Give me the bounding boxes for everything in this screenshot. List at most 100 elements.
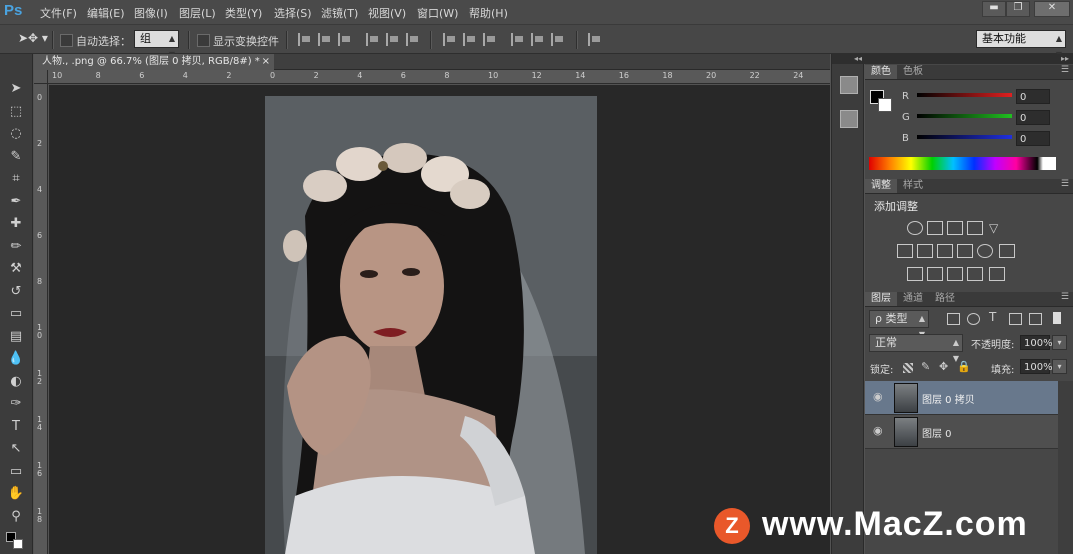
- menu-type[interactable]: 类型(Y): [225, 5, 262, 21]
- crop-icon[interactable]: ⌗: [6, 170, 26, 188]
- color-lookup-icon[interactable]: [999, 244, 1015, 258]
- hand-icon[interactable]: ✋: [6, 485, 26, 503]
- selective-color-icon[interactable]: [967, 267, 983, 281]
- b-channel-slider[interactable]: [917, 135, 1012, 139]
- photo-filter-icon[interactable]: [957, 244, 973, 258]
- tab-styles[interactable]: 样式: [897, 179, 929, 193]
- document-image[interactable]: [265, 96, 597, 554]
- distribute-left-icon[interactable]: [511, 33, 526, 46]
- menu-help[interactable]: 帮助(H): [469, 5, 508, 21]
- blend-mode-dropdown[interactable]: 正常 ▲ ▼: [869, 334, 963, 363]
- filter-type-icon[interactable]: T: [989, 310, 996, 324]
- auto-select-checkbox[interactable]: [60, 34, 73, 47]
- lasso-icon[interactable]: ◌: [6, 125, 26, 143]
- fill-value[interactable]: 100%: [1020, 359, 1053, 374]
- g-channel-value[interactable]: 0: [1016, 110, 1050, 125]
- menu-layer[interactable]: 图层(L): [179, 5, 216, 21]
- menu-edit[interactable]: 编辑(E): [87, 5, 125, 21]
- layer-row[interactable]: ◉ 图层 0: [865, 415, 1058, 449]
- pen-icon[interactable]: ✑: [6, 395, 26, 413]
- layer-row[interactable]: ◉ 图层 0 拷贝: [865, 381, 1058, 415]
- menu-select[interactable]: 选择(S): [274, 5, 312, 21]
- close-tab-icon[interactable]: ×: [262, 54, 270, 70]
- restore-icon[interactable]: ❐: [1006, 1, 1030, 17]
- eraser-icon[interactable]: ▭: [6, 305, 26, 323]
- zoom-icon[interactable]: ⚲: [6, 508, 26, 526]
- rectangle-icon[interactable]: ▭: [6, 463, 26, 481]
- healing-brush-icon[interactable]: ✚: [6, 215, 26, 233]
- color-balance-icon[interactable]: [917, 244, 933, 258]
- align-vcenter-icon[interactable]: [318, 33, 333, 46]
- eye-icon[interactable]: ◉: [873, 425, 885, 437]
- history-brush-icon[interactable]: ↺: [6, 283, 26, 301]
- move-icon[interactable]: ➤: [6, 80, 26, 98]
- collapse-dock-icon[interactable]: ▸▸: [865, 54, 1073, 64]
- menu-file[interactable]: 文件(F): [40, 5, 77, 21]
- document-tab[interactable]: 人物., .png @ 66.7% (图层 0 拷贝, RGB/8#) * ×: [34, 54, 274, 70]
- threshold-icon[interactable]: [947, 267, 963, 281]
- b-channel-value[interactable]: 0: [1016, 131, 1050, 146]
- canvas-area[interactable]: [49, 85, 830, 554]
- color-background-swatch[interactable]: [878, 98, 892, 112]
- panel-menu-icon[interactable]: ☰: [1061, 179, 1069, 189]
- tab-channels[interactable]: 通道: [897, 292, 929, 306]
- align-left-icon[interactable]: [366, 33, 381, 46]
- panel-menu-icon[interactable]: ☰: [1061, 292, 1069, 302]
- dodge-icon[interactable]: ◐: [6, 373, 26, 391]
- curves-icon[interactable]: [947, 221, 963, 235]
- show-transform-checkbox[interactable]: [197, 34, 210, 47]
- collapse-panels-icon[interactable]: ◂◂: [832, 54, 865, 64]
- move-tool-preset-icon[interactable]: ➤✥ ▾: [18, 31, 48, 45]
- menu-image[interactable]: 图像(I): [134, 5, 168, 21]
- auto-align-icon[interactable]: [588, 33, 603, 46]
- close-icon[interactable]: ✕: [1034, 1, 1070, 17]
- layer-name[interactable]: 图层 0: [922, 425, 952, 440]
- black-white-icon[interactable]: [937, 244, 953, 258]
- align-right-icon[interactable]: [406, 33, 421, 46]
- invert-icon[interactable]: [907, 267, 923, 281]
- levels-icon[interactable]: [927, 221, 943, 235]
- g-channel-slider[interactable]: [917, 114, 1012, 118]
- fill-dropdown-icon[interactable]: ▾: [1052, 359, 1067, 374]
- posterize-icon[interactable]: [927, 267, 943, 281]
- layer-name[interactable]: 图层 0 拷贝: [922, 391, 975, 406]
- filter-pixel-icon[interactable]: [947, 313, 960, 325]
- align-bottom-icon[interactable]: [338, 33, 353, 46]
- distribute-right-icon[interactable]: [551, 33, 566, 46]
- type-icon[interactable]: T: [6, 418, 26, 436]
- brightness-icon[interactable]: [907, 221, 923, 235]
- filter-toggle-icon[interactable]: [1053, 312, 1061, 324]
- filter-shape-icon[interactable]: [1009, 313, 1022, 325]
- lock-all-icon[interactable]: 🔒: [957, 360, 971, 373]
- layer-filter-dropdown[interactable]: ρ 类型 ▲▼: [869, 310, 929, 339]
- clone-stamp-icon[interactable]: ⚒: [6, 260, 26, 278]
- exposure-icon[interactable]: [967, 221, 983, 235]
- workspace-dropdown[interactable]: 基本功能 ▲▼: [976, 30, 1066, 59]
- menu-view[interactable]: 视图(V): [368, 5, 406, 21]
- minimize-icon[interactable]: ▬: [982, 1, 1006, 17]
- filter-adjustment-icon[interactable]: [967, 313, 980, 325]
- tab-adjustments[interactable]: 调整: [865, 179, 897, 193]
- quick-select-icon[interactable]: ✎: [6, 148, 26, 166]
- layers-scrollbar[interactable]: [1058, 381, 1073, 554]
- distribute-top-icon[interactable]: [443, 33, 458, 46]
- r-channel-value[interactable]: 0: [1016, 89, 1050, 104]
- lock-position-icon[interactable]: ✥: [939, 360, 948, 373]
- eye-icon[interactable]: ◉: [873, 391, 885, 403]
- eyedropper-icon[interactable]: ✒: [6, 193, 26, 211]
- history-panel-icon[interactable]: [840, 76, 858, 94]
- lock-transparent-icon[interactable]: [903, 363, 913, 373]
- menu-window[interactable]: 窗口(W): [417, 5, 458, 21]
- opacity-dropdown-icon[interactable]: ▾: [1052, 335, 1067, 350]
- blur-icon[interactable]: 💧: [6, 350, 26, 368]
- align-top-icon[interactable]: [298, 33, 313, 46]
- background-color-swatch[interactable]: [13, 539, 23, 549]
- auto-select-dropdown[interactable]: 组 ▲▼: [134, 30, 179, 59]
- channel-mixer-icon[interactable]: [977, 244, 993, 258]
- color-spectrum-bar[interactable]: [869, 157, 1056, 170]
- r-channel-slider[interactable]: [917, 93, 1012, 97]
- gradient-icon[interactable]: ▤: [6, 328, 26, 346]
- panel-menu-icon[interactable]: ☰: [1061, 65, 1069, 75]
- opacity-value[interactable]: 100%: [1020, 335, 1053, 350]
- distribute-hcenter-icon[interactable]: [531, 33, 546, 46]
